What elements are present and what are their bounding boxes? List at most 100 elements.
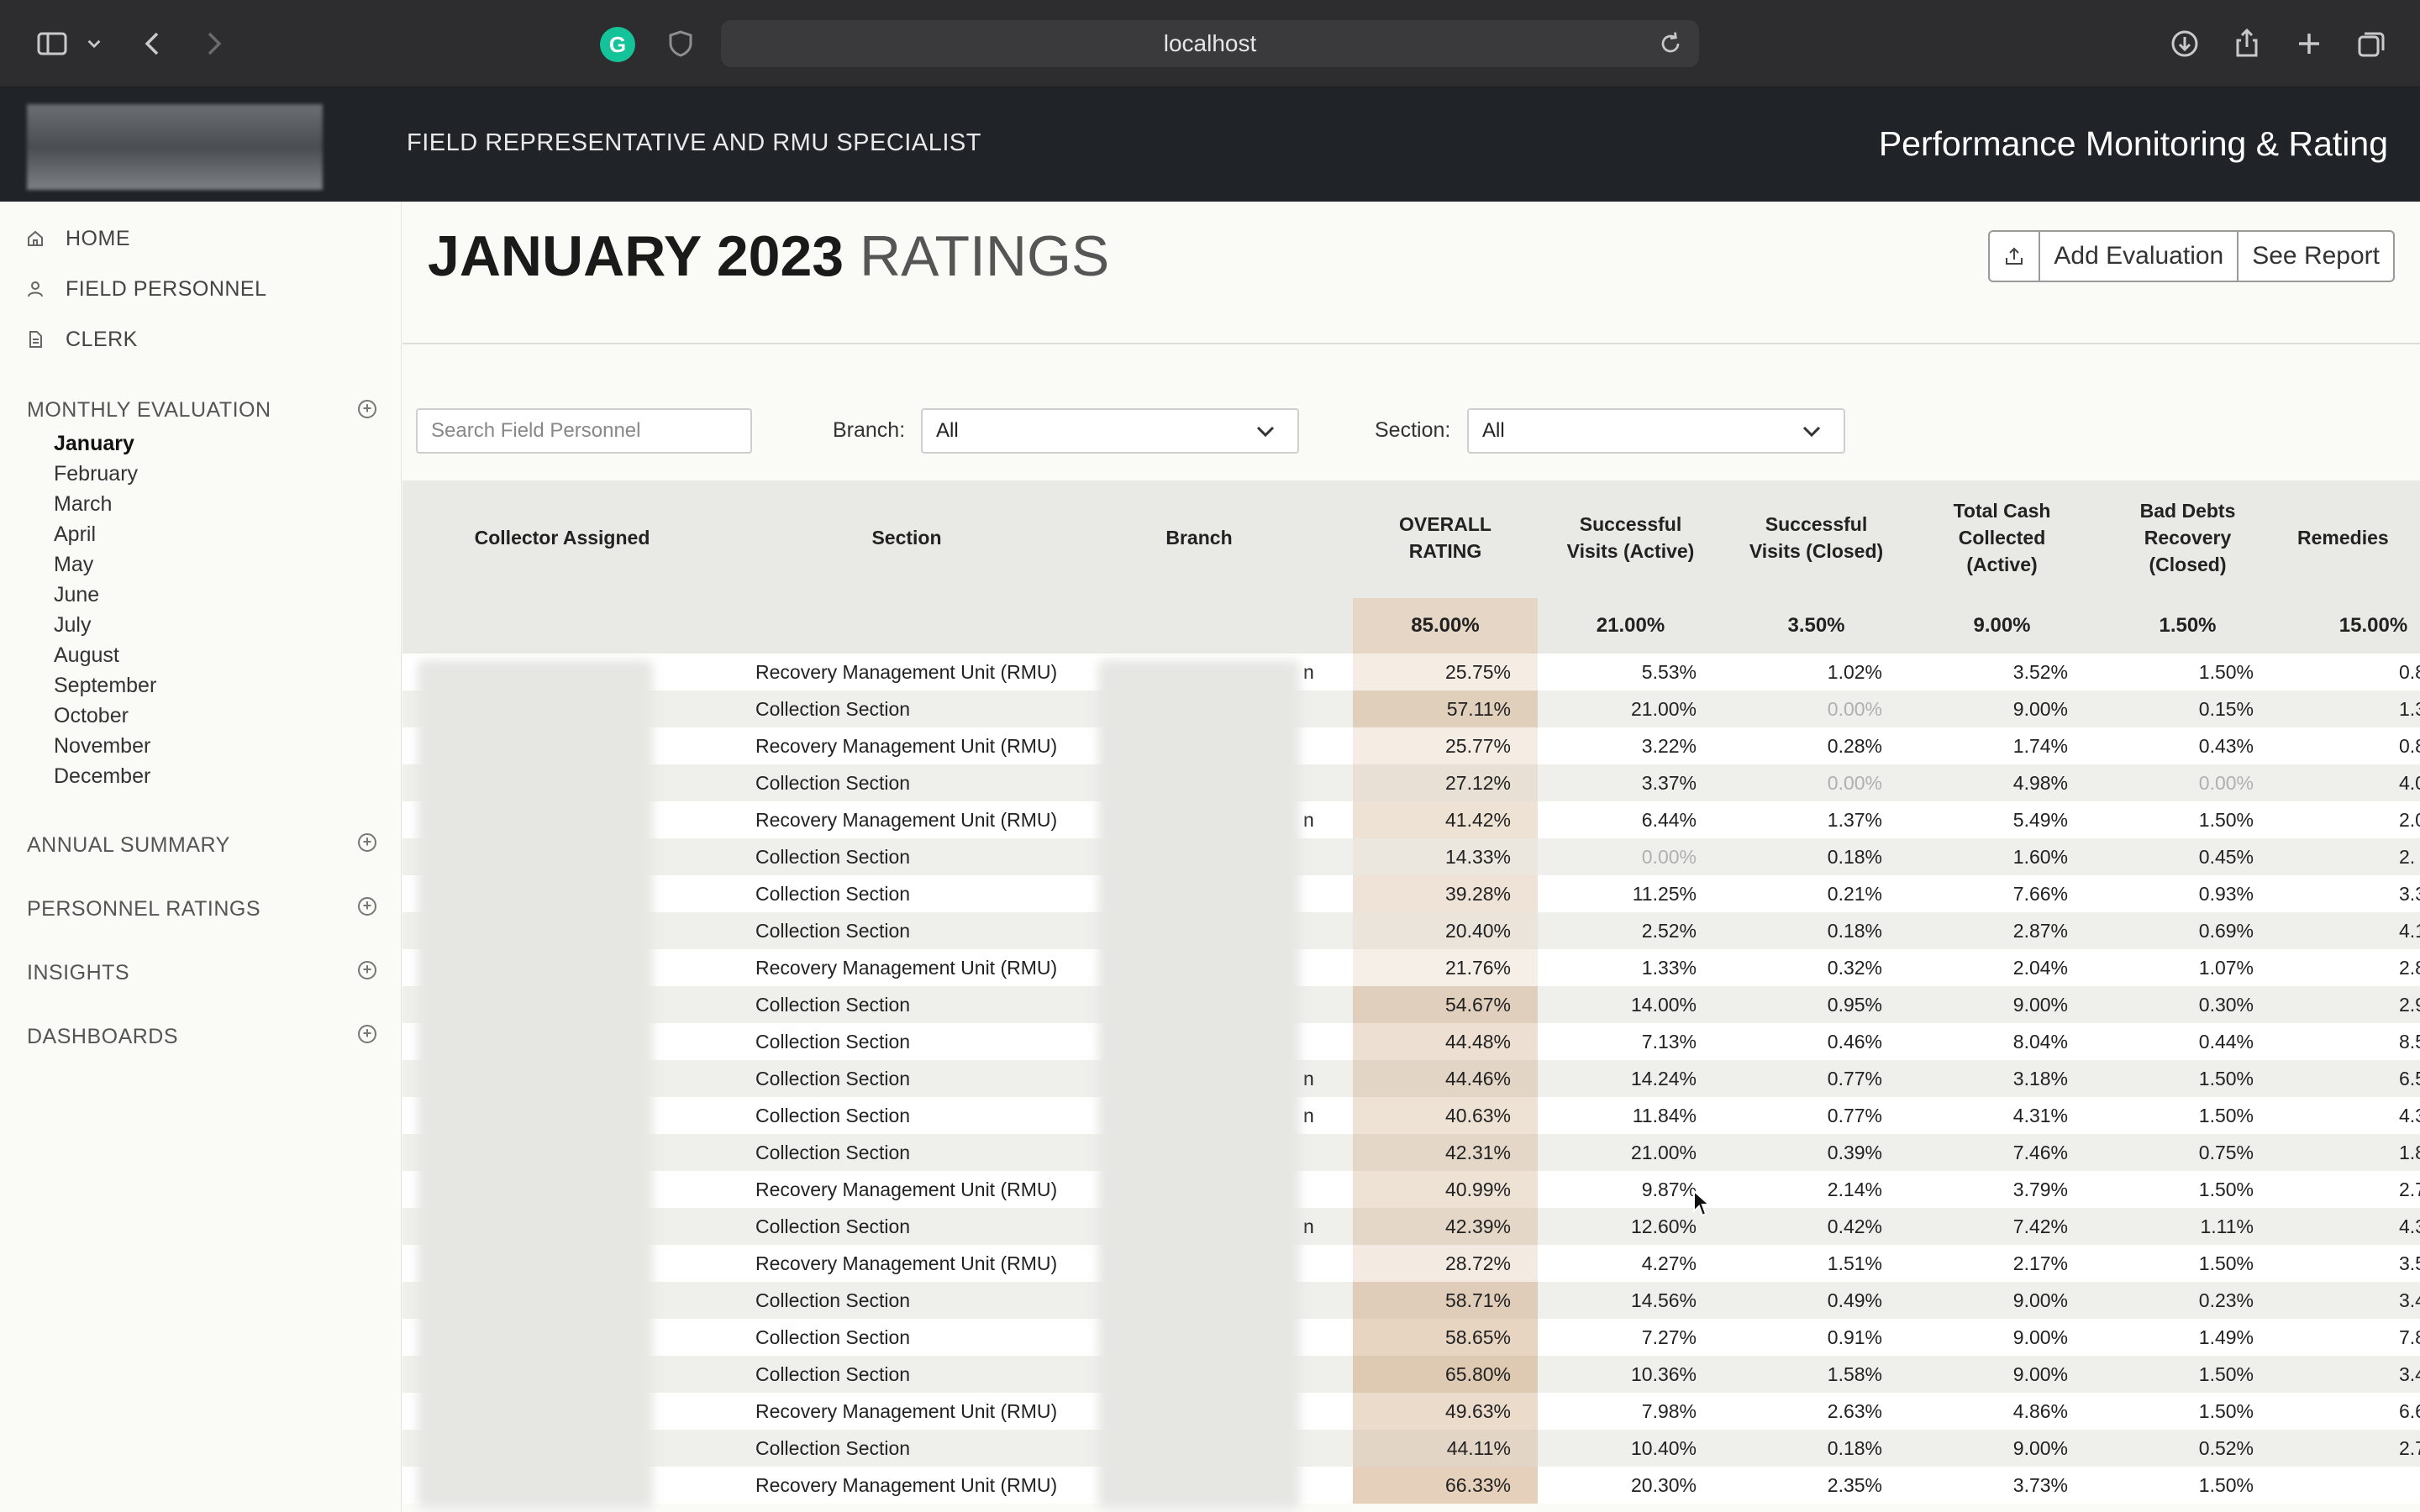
table-row[interactable]: Collection Section 27.12% 3.37% 0.00% 4.98% 0… bbox=[402, 764, 2420, 801]
month-april[interactable]: April bbox=[54, 522, 96, 547]
sidebar-toggle-icon[interactable] bbox=[34, 25, 71, 62]
cell-successful-visits-active: 12.60% bbox=[1630, 1215, 1697, 1237]
cell-section: Collection Section bbox=[755, 1437, 911, 1459]
month-august[interactable]: August bbox=[54, 643, 119, 668]
cell-section: Collection Section bbox=[755, 698, 911, 720]
month-may[interactable]: May bbox=[54, 553, 93, 577]
sidebar-item-field-personnel[interactable]: FIELD PERSONNEL bbox=[25, 272, 267, 306]
table-row[interactable]: Recovery Management Unit (RMU) 66.33% 20.3… bbox=[402, 1467, 2420, 1504]
page-actions: Add Evaluation See Report bbox=[1988, 230, 2395, 282]
cell-total-cash-collected: 2.87% bbox=[2012, 920, 2068, 942]
table-row[interactable]: Recovery Management Unit (RMU) 40.99% 9.87… bbox=[402, 1171, 2420, 1208]
header-overall-rating[interactable]: OVERALL RATING bbox=[1353, 511, 1538, 564]
branch-select[interactable]: All bbox=[921, 408, 1299, 454]
share-icon[interactable] bbox=[2228, 25, 2265, 62]
table-row[interactable]: Collection Section 58.71% 14.56% 0.49% 9.00%… bbox=[402, 1282, 2420, 1319]
table-row[interactable]: Recovery Management Unit (RMU) n 25.75% 5.5… bbox=[402, 654, 2420, 690]
sidebar-item-label: CLERK bbox=[66, 327, 138, 351]
table-row[interactable]: Recovery Management Unit (RMU) 25.77% 3.22… bbox=[402, 727, 2420, 764]
sidebar-section-insights[interactable]: INSIGHTS bbox=[27, 961, 129, 985]
expand-plus-icon[interactable]: + bbox=[358, 833, 376, 852]
redacted-branch-names bbox=[1098, 660, 1300, 1509]
header-remedies[interactable]: Remedies bbox=[2281, 524, 2420, 551]
table-row[interactable]: Collection Section 20.40% 2.52% 0.18% 2.87% 0… bbox=[402, 912, 2420, 949]
table-row[interactable]: Collection Section n 40.63% 11.84% 0.77% 4.31… bbox=[402, 1097, 2420, 1134]
sidebar-item-home[interactable]: HOME bbox=[25, 222, 130, 255]
see-report-button[interactable]: See Report bbox=[2238, 232, 2393, 281]
cell-overall-rating: 58.71% bbox=[1444, 1289, 1511, 1311]
table-row[interactable]: Collection Section 58.65% 7.27% 0.91% 9.00% 1… bbox=[402, 1319, 2420, 1356]
cell-successful-visits-closed: 0.32% bbox=[1827, 957, 1882, 979]
download-icon[interactable] bbox=[2166, 25, 2203, 62]
expand-plus-icon[interactable]: + bbox=[358, 1025, 376, 1043]
cell-total-cash-collected: 1.60% bbox=[2012, 846, 2068, 868]
month-october[interactable]: October bbox=[54, 704, 129, 728]
cell-total-cash-collected: 9.00% bbox=[2012, 994, 2068, 1016]
month-june[interactable]: June bbox=[54, 583, 99, 607]
expand-plus-icon[interactable]: + bbox=[358, 961, 376, 979]
month-november[interactable]: November bbox=[54, 734, 150, 759]
address-bar[interactable]: localhost bbox=[721, 20, 1699, 67]
table-row[interactable]: Collection Section 57.11% 21.00% 0.00% 9.00%… bbox=[402, 690, 2420, 727]
header-total-cash-collected[interactable]: Total Cash Collected (Active) bbox=[1909, 497, 2095, 578]
cell-remedies: 2.7 bbox=[2399, 1437, 2420, 1459]
table-row[interactable]: Collection Section 44.11% 10.40% 0.18% 9.00%… bbox=[402, 1430, 2420, 1467]
reload-icon[interactable] bbox=[1655, 29, 1686, 59]
table-row[interactable]: Recovery Management Unit (RMU) 28.72% 4.27… bbox=[402, 1245, 2420, 1282]
sidebar-section-monthly-evaluation[interactable]: MONTHLY EVALUATION bbox=[27, 398, 271, 423]
cell-section: Collection Section bbox=[755, 846, 911, 868]
cell-bad-debts-recovery: 1.50% bbox=[2198, 1179, 2254, 1200]
table-row[interactable]: Collection Section 42.31% 21.00% 0.39% 7.46%… bbox=[402, 1134, 2420, 1171]
month-december[interactable]: December bbox=[54, 764, 150, 789]
search-input[interactable]: Search Field Personnel bbox=[416, 408, 752, 454]
month-july[interactable]: July bbox=[54, 613, 91, 638]
cell-successful-visits-closed: 0.18% bbox=[1827, 846, 1882, 868]
sidebar-section-dashboards[interactable]: DASHBOARDS bbox=[27, 1025, 178, 1049]
back-icon[interactable] bbox=[134, 25, 171, 62]
table-row[interactable]: Collection Section 44.48% 7.13% 0.46% 8.04% 0… bbox=[402, 1023, 2420, 1060]
weight-total-cash-collected: 9.00% bbox=[1973, 614, 2031, 637]
table-row[interactable]: Recovery Management Unit (RMU) 21.76% 1.33… bbox=[402, 949, 2420, 986]
cell-overall-rating: 57.11% bbox=[1446, 698, 1511, 720]
month-february[interactable]: February bbox=[54, 462, 138, 486]
sidebar-section-personnel-ratings[interactable]: PERSONNEL RATINGS bbox=[27, 897, 260, 921]
expand-plus-icon[interactable]: + bbox=[358, 400, 376, 418]
upload-button[interactable] bbox=[1990, 232, 2041, 281]
header-section[interactable]: Section bbox=[755, 524, 1058, 551]
table-row[interactable]: Collection Section n 44.46% 14.24% 0.77% 3.18… bbox=[402, 1060, 2420, 1097]
grammarly-extension-icon[interactable]: G bbox=[600, 27, 635, 62]
chevron-down-icon[interactable] bbox=[81, 25, 108, 62]
table-row[interactable]: Collection Section 39.28% 11.25% 0.21% 7.66%… bbox=[402, 875, 2420, 912]
header-line: (Active) bbox=[1966, 554, 2038, 575]
tab-overview-icon[interactable] bbox=[2353, 25, 2390, 62]
forward-icon[interactable] bbox=[195, 25, 232, 62]
sidebar-section-annual-summary[interactable]: ANNUAL SUMMARY bbox=[27, 833, 230, 858]
header-successful-visits-active[interactable]: Successful Visits (Active) bbox=[1538, 511, 1723, 564]
header-successful-visits-closed[interactable]: Successful Visits (Closed) bbox=[1723, 511, 1909, 564]
cell-section: Recovery Management Unit (RMU) bbox=[755, 1474, 1058, 1496]
section-select[interactable]: All bbox=[1467, 408, 1845, 454]
expand-plus-icon[interactable]: + bbox=[358, 897, 376, 916]
cell-successful-visits-closed: 1.37% bbox=[1827, 809, 1882, 831]
table-row[interactable]: Collection Section 54.67% 14.00% 0.95% 9.00%… bbox=[402, 986, 2420, 1023]
table-row[interactable]: Collection Section 14.33% 0.00% 0.18% 1.60% 0… bbox=[402, 838, 2420, 875]
app-title: Performance Monitoring & Rating bbox=[1878, 124, 2388, 163]
header-collector[interactable]: Collector Assigned bbox=[453, 524, 671, 551]
table-row[interactable]: Recovery Management Unit (RMU) 49.63% 7.98… bbox=[402, 1393, 2420, 1430]
cell-remedies: 8.5 bbox=[2399, 1031, 2420, 1053]
month-march[interactable]: March bbox=[54, 492, 112, 517]
table-row[interactable]: Collection Section n 42.39% 12.60% 0.42% 7.42… bbox=[402, 1208, 2420, 1245]
month-january[interactable]: January bbox=[54, 432, 134, 456]
month-september[interactable]: September bbox=[54, 674, 156, 698]
header-branch[interactable]: Branch bbox=[1098, 524, 1300, 551]
cell-overall-rating: 65.80% bbox=[1444, 1363, 1511, 1385]
cell-successful-visits-active: 11.84% bbox=[1632, 1105, 1697, 1126]
add-evaluation-button[interactable]: Add Evaluation bbox=[2040, 232, 2239, 281]
new-tab-icon[interactable] bbox=[2291, 25, 2328, 62]
redacted-collector-names bbox=[418, 660, 653, 1509]
sidebar-item-clerk[interactable]: CLERK bbox=[25, 323, 138, 356]
table-row[interactable]: Recovery Management Unit (RMU) n 41.42% 6.4… bbox=[402, 801, 2420, 838]
header-bad-debts-recovery[interactable]: Bad Debts Recovery (Closed) bbox=[2095, 497, 2281, 578]
privacy-shield-icon[interactable] bbox=[662, 25, 699, 62]
table-row[interactable]: Collection Section 65.80% 10.36% 1.58% 9.00%… bbox=[402, 1356, 2420, 1393]
